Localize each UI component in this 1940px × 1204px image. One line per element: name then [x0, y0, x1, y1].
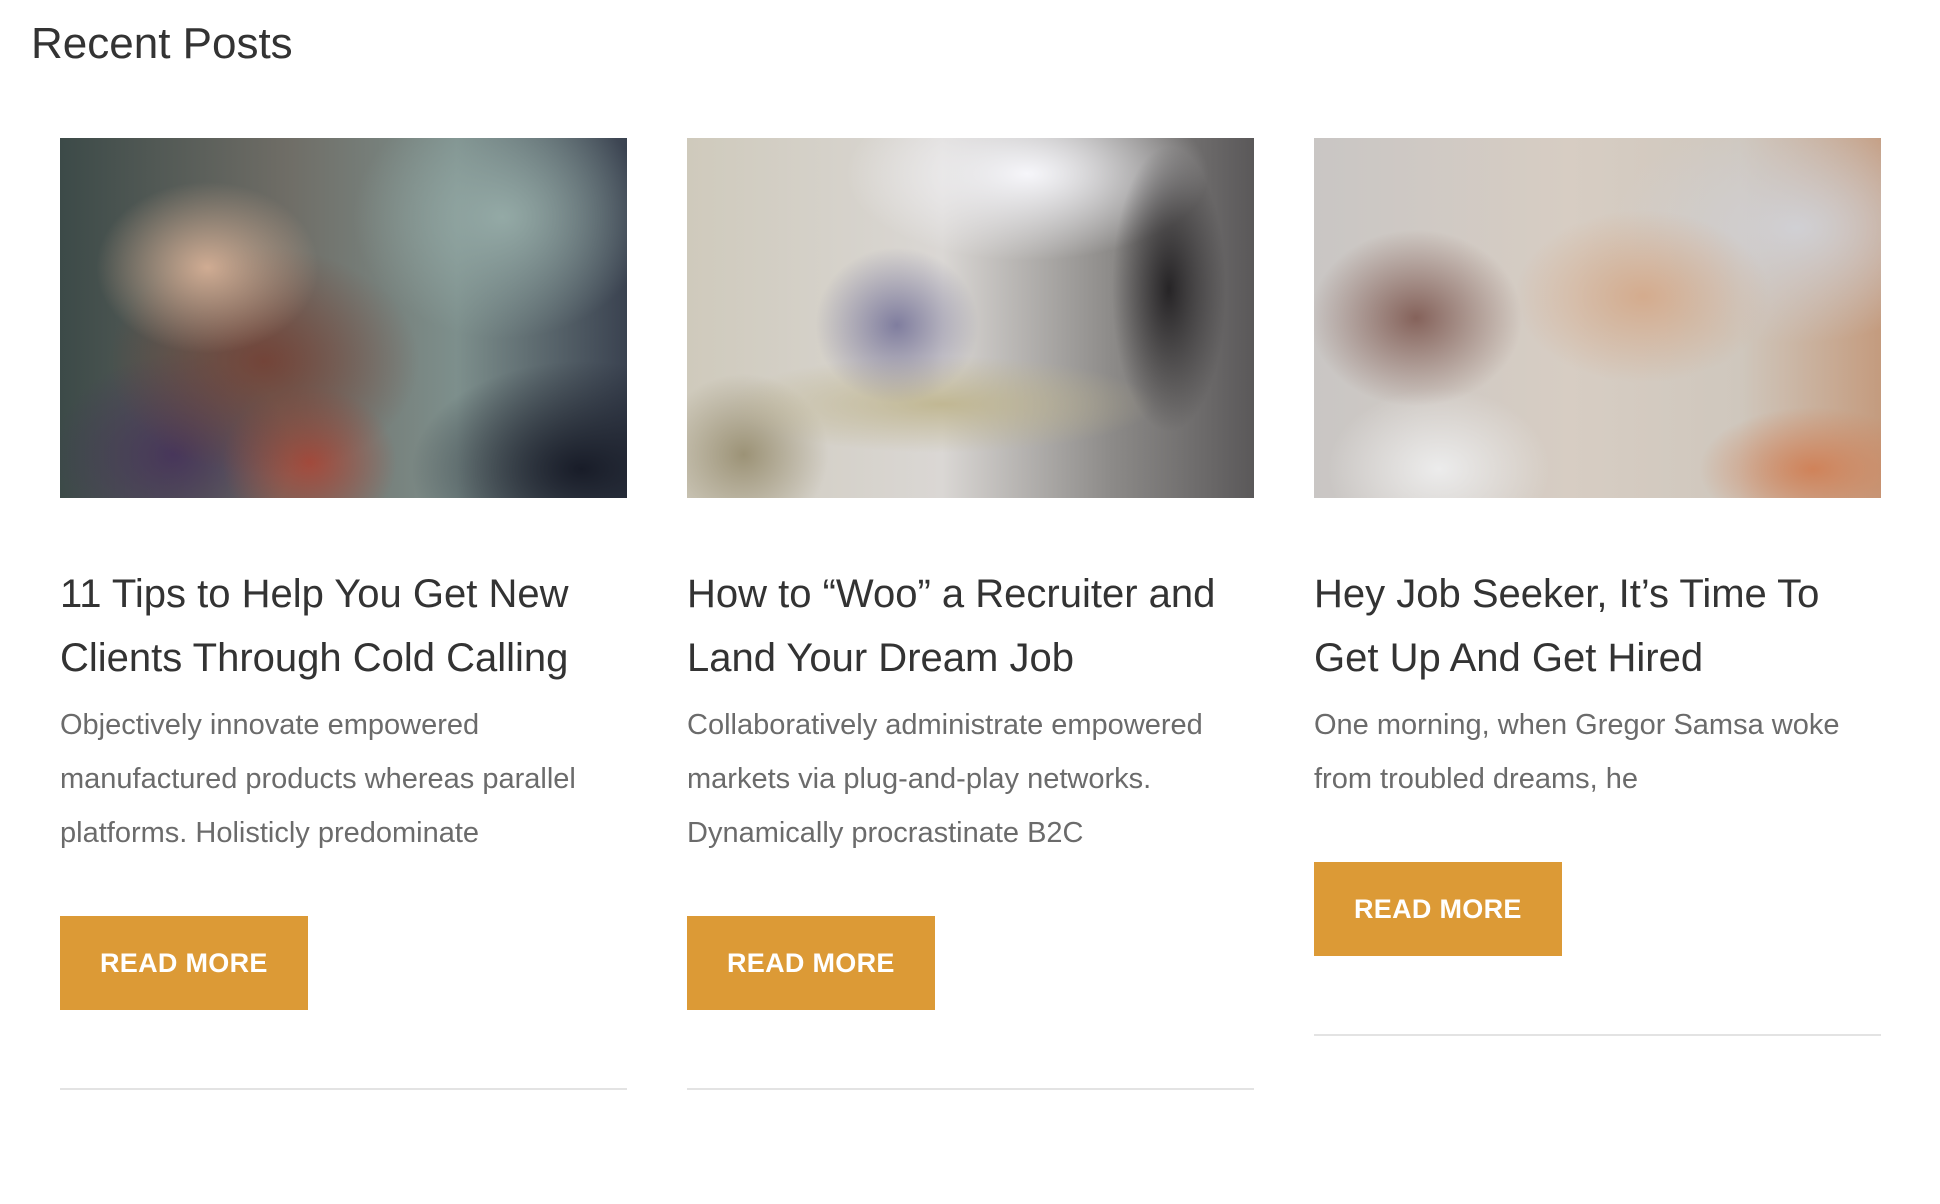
- section-heading: Recent Posts: [31, 19, 293, 68]
- recent-posts-grid: 11 Tips to Help You Get New Clients Thro…: [60, 138, 1881, 1098]
- post-card: Hey Job Seeker, It’s Time To Get Up And …: [1314, 138, 1881, 1098]
- post-divider: [687, 1088, 1254, 1090]
- read-more-button[interactable]: READ MORE: [1314, 862, 1562, 956]
- read-more-button[interactable]: READ MORE: [687, 916, 935, 1010]
- post-title[interactable]: How to “Woo” a Recruiter and Land Your D…: [687, 562, 1254, 690]
- post-title[interactable]: Hey Job Seeker, It’s Time To Get Up And …: [1314, 562, 1881, 690]
- post-card: 11 Tips to Help You Get New Clients Thro…: [60, 138, 627, 1098]
- post-card: How to “Woo” a Recruiter and Land Your D…: [687, 138, 1254, 1098]
- read-more-button[interactable]: READ MORE: [60, 916, 308, 1010]
- post-thumbnail-image[interactable]: [60, 138, 627, 498]
- post-excerpt: Objectively innovate empowered manufactu…: [60, 709, 576, 849]
- post-divider: [60, 1088, 627, 1090]
- post-excerpt: Collaboratively administrate empowered m…: [687, 709, 1203, 849]
- post-excerpt: One morning, when Gregor Samsa woke from…: [1314, 709, 1840, 795]
- post-divider: [1314, 1034, 1881, 1036]
- post-thumbnail-image[interactable]: [1314, 138, 1881, 498]
- post-thumbnail-image[interactable]: [687, 138, 1254, 498]
- post-title[interactable]: 11 Tips to Help You Get New Clients Thro…: [60, 562, 627, 690]
